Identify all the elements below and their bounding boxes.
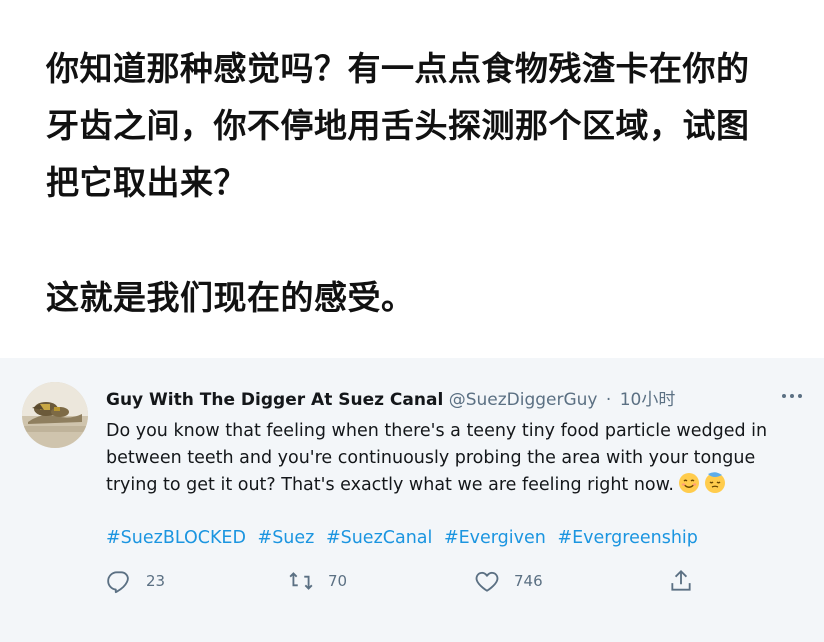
tweet-text-line: trying to get it out? That's exactly wha… <box>106 472 796 499</box>
share-icon <box>671 569 691 591</box>
sleeping-face-icon <box>704 472 725 493</box>
hashtag-link[interactable]: #SuezBLOCKED <box>106 528 246 548</box>
share-button[interactable] <box>668 568 708 594</box>
like-count: 746 <box>514 572 543 590</box>
tweet-text-line: between teeth and you're continuously pr… <box>106 448 756 468</box>
tweet-text-line: Do you know that feeling when there's a … <box>106 421 768 441</box>
tweet-text-line-content: trying to get it out? That's exactly wha… <box>106 475 674 495</box>
separator-dot: · <box>605 390 612 410</box>
hashtag-link[interactable]: #Suez <box>258 528 315 548</box>
more-horizontal-icon[interactable] <box>780 386 804 406</box>
smiling-face-icon <box>678 473 699 493</box>
retweet-count: 70 <box>328 572 348 590</box>
caption-line: 你知道那种感觉吗？有一点点食物残渣卡在你的 <box>46 49 750 88</box>
like-button[interactable]: 746 <box>474 568 543 594</box>
hashtag-link[interactable]: #Evergiven <box>444 528 546 548</box>
retweet-icon <box>289 572 313 590</box>
reply-count: 23 <box>146 572 166 590</box>
tweet-timestamp[interactable]: 10小时 <box>620 390 676 410</box>
user-handle[interactable]: @SuezDiggerGuy <box>449 390 598 410</box>
avatar[interactable] <box>22 382 88 448</box>
tweet-actions: 23 70 746 <box>106 568 706 598</box>
tweet-header: Guy With The Digger At Suez Canal @SuezD… <box>106 385 675 410</box>
reply-icon <box>107 571 129 594</box>
article-caption: 你知道那种感觉吗？有一点点食物残渣卡在你的 牙齿之间，你不停地用舌头探测那个区域… <box>46 40 776 326</box>
tweet-text: Do you know that feeling when there's a … <box>106 418 796 499</box>
hashtag-list: #SuezBLOCKED #Suez #SuezCanal #Evergiven… <box>106 528 704 548</box>
hashtag-link[interactable]: #Evergreenship <box>557 528 697 548</box>
retweet-button[interactable]: 70 <box>288 568 347 594</box>
embedded-tweet[interactable]: Guy With The Digger At Suez Canal @SuezD… <box>0 358 824 642</box>
caption-line: 这就是我们现在的感受。 <box>46 278 415 317</box>
excavator-photo-icon <box>22 382 88 448</box>
heart-icon <box>475 571 499 592</box>
caption-line: 牙齿之间，你不停地用舌头探测那个区域，试图 <box>46 106 750 145</box>
hashtag-link[interactable]: #SuezCanal <box>326 528 432 548</box>
reply-button[interactable]: 23 <box>106 568 165 594</box>
display-name[interactable]: Guy With The Digger At Suez Canal <box>106 390 443 410</box>
caption-line: 把它取出来？ <box>46 163 247 202</box>
